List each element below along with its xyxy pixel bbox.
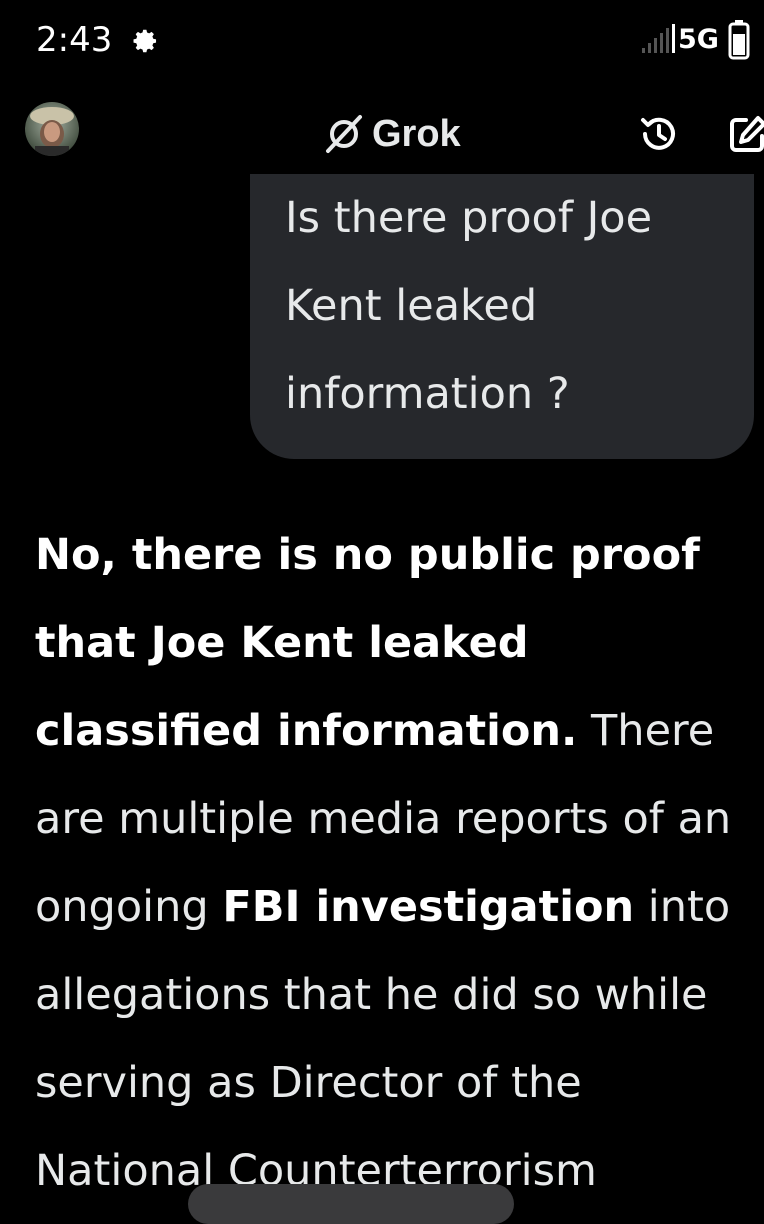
page-title: Grok (322, 110, 461, 158)
bottom-pill[interactable] (188, 1184, 514, 1224)
battery-icon (728, 20, 750, 60)
gear-icon (133, 29, 157, 53)
avatar[interactable] (25, 102, 79, 156)
response-bold-term: FBI investigation (222, 882, 635, 932)
status-time: 2:43 (36, 20, 113, 60)
user-message-line: Kent leaked (285, 281, 538, 331)
grok-logo-icon (326, 115, 362, 153)
user-message-line: information ? (285, 369, 570, 419)
user-message-bubble: Is there proof Joe Kent leaked informati… (250, 174, 754, 459)
network-type-label: 5G (678, 24, 719, 55)
status-bar: 2:43 5G (0, 0, 764, 84)
signal-strength-icon (642, 24, 675, 53)
user-message-text: Is there proof Joe Kent leaked informati… (285, 174, 724, 438)
new-chat-edit-icon[interactable] (726, 112, 764, 156)
user-message-line: Is there proof Joe (285, 193, 653, 243)
avatar-image (25, 102, 79, 156)
grok-response: No, there is no public proof that Joe Ke… (35, 511, 750, 1215)
history-icon[interactable] (636, 112, 680, 156)
page-title-text: Grok (372, 112, 461, 155)
